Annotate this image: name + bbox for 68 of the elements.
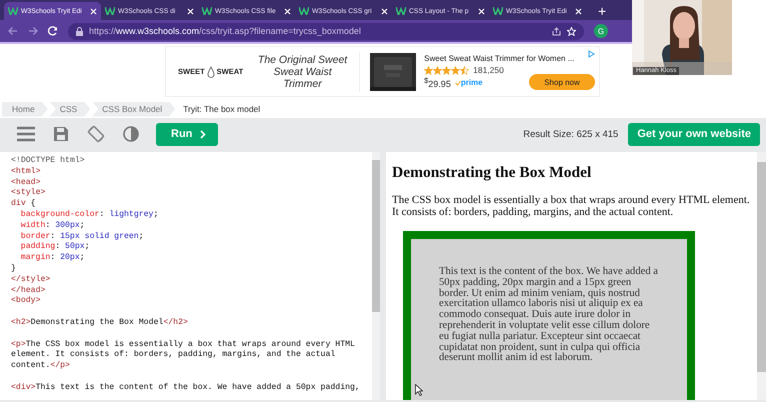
adchoices-icon[interactable] [588,50,595,58]
star-icon [424,66,434,74]
code-line: <p>The CSS box model is essentially a box that wraps around every HTML [11,340,356,350]
menu-icon[interactable] [16,125,34,143]
price: $^{$}$29.95 [424,76,451,89]
chevron-icon [200,130,206,138]
share-icon[interactable] [552,26,561,36]
close-icon[interactable] [478,8,485,14]
review-count: 181,250 [473,65,504,75]
close-icon[interactable] [90,8,97,14]
contrast-icon[interactable] [122,125,140,143]
star-icon [442,66,452,74]
code-line: width: 300px; [20,220,86,232]
rotate-icon[interactable] [86,125,104,143]
forward-icon[interactable] [28,26,38,36]
close-icon[interactable] [284,8,291,14]
box-content-text: This text is the content of the box. We have added a 50px padding, 20px margin and a 15px green border. Ut enim ad minim veniam, quis nostrud exercitation ullamco laboris nisi ut aliquip ex ea commodo consequat. Duis aute irure dolor in reprehenderit in voluptate velit esse cillum dolore eu fugiat nulla pariatur. Excepteur sint occaecat cupidatat non proident, sunt in culpa qui officia deserunt mollit anim id est laborum. [439,267,659,364]
page-title: Tryit: The box model [183,104,260,114]
code-line: element. It consists of: borders, padding, margins, and the actual [11,350,336,361]
check-icon [454,80,461,86]
code-line: border: 15px solid green; [20,232,145,242]
star-icon [460,66,470,74]
result-paragraph: The CSS box model is essentially a box that wraps around every HTML element. It consists of: borders, padding, margins, and the actual content. [392,194,751,218]
code-line: content.</p> [11,361,71,372]
star-icon [451,66,460,74]
cursor-icon [415,384,423,396]
close-icon[interactable] [381,8,388,14]
reload-icon[interactable] [48,26,58,36]
prime-label: prime [454,78,483,88]
code-line: background-color: lightgrey; [20,210,160,221]
breadcrumb-link[interactable]: CSS [50,102,90,116]
back-icon[interactable] [8,26,18,36]
code-line: margin: 20px; [20,253,86,264]
ad-tagline: The Original Sweet Sweat Waist Trimmer [256,54,348,90]
close-icon[interactable] [187,8,194,14]
new-tab-button[interactable]: + [586,2,618,20]
breadcrumb-link[interactable]: Home [2,102,48,116]
star-icon[interactable] [567,26,576,36]
scrollbar[interactable] [372,152,380,400]
code-line: <body> [11,296,42,308]
code-line: <h2>Demonstrating the Box Model</h2> [11,318,189,329]
w-logo-icon [299,7,309,15]
code-line: padding: 50px; [20,242,91,253]
shop-now-button[interactable]: Shop now [529,74,595,90]
result-size-label: Result Size: 625 x 415 [523,128,618,140]
product-title[interactable]: Sweet Sweat Waist Trimmer for Women ... [424,54,599,64]
w-logo-icon [8,7,18,15]
code-line: </head> [11,286,46,296]
w-logo-icon [493,7,503,15]
lock-icon [76,26,83,36]
code-line: <!DOCTYPE html> [11,156,86,167]
drop-icon [206,66,215,78]
breadcrumb-link[interactable]: CSS Box Model [92,102,176,116]
code-line: <html> [11,166,42,178]
code-line: <style> [11,188,46,199]
save-icon[interactable] [52,125,70,143]
result-heading: Demonstrating the Box Model [392,164,592,182]
star-icon [433,66,442,74]
code-line: </style> [11,274,52,286]
code-line: div { [11,199,37,210]
scrollbar[interactable] [757,152,766,400]
code-line: <div>This text is the content of the box. We have added a 50px padding, [11,382,361,394]
code-line: } [11,264,17,275]
close-icon[interactable] [575,8,582,14]
w-logo-icon [396,7,406,15]
w-logo-icon [202,7,212,15]
code-line: <head> [11,178,42,188]
w-logo-icon [105,7,115,15]
